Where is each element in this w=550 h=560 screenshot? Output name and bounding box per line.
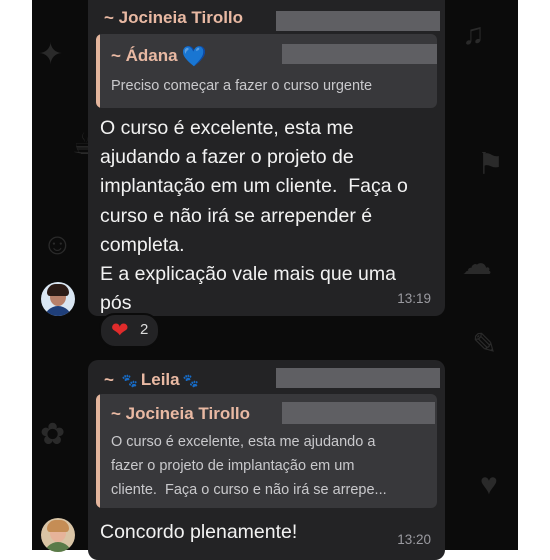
quoted-message[interactable]: ~ Ádana 💙 Preciso começar a fazer o curso… — [96, 34, 437, 108]
message-text: O curso é excelente, esta me ajudando a … — [100, 117, 408, 315]
red-heart-icon: ❤ — [111, 319, 129, 342]
doodle-icon: ✦ — [38, 38, 64, 71]
message-text: Concordo plenamente! — [100, 521, 298, 543]
message-bubble[interactable]: ~ 🐾 Leila 🐾 ~ Jocineia Tirollo O curso é e… — [88, 360, 445, 560]
sender-name[interactable]: ~ Jocineia Tirollo — [104, 8, 243, 28]
quote-author: ~ Ádana 💙 — [111, 46, 207, 68]
redacted-phone — [276, 11, 440, 31]
doodle-icon: ♥ — [480, 468, 498, 501]
blue-heart-icon: 💙 — [181, 46, 207, 68]
doodle-icon: ☺ — [42, 228, 73, 261]
avatar[interactable] — [41, 518, 75, 552]
paw-icon: 🐾 — [182, 373, 199, 388]
quote-bar — [96, 394, 100, 508]
quote-author: ~ Jocineia Tirollo — [111, 404, 251, 423]
paw-icon: 🐾 — [121, 373, 138, 388]
quote-text: Preciso começar a fazer o curso urgente — [111, 78, 373, 94]
message-timestamp: 13:19 — [397, 291, 431, 306]
avatar[interactable] — [41, 282, 75, 316]
sender-name[interactable]: ~ 🐾 Leila 🐾 — [104, 370, 202, 390]
redacted-phone — [282, 402, 435, 424]
redacted-phone — [276, 368, 440, 388]
quote-text: O curso é excelente, esta me ajudando a … — [111, 434, 387, 498]
doodle-icon: ⚑ — [477, 148, 504, 181]
quote-bar — [96, 34, 100, 108]
doodle-icon: ✎ — [472, 328, 498, 361]
reaction-badge[interactable]: ❤ 2 — [99, 313, 160, 348]
message-timestamp: 13:20 — [397, 532, 431, 547]
reaction-count: 2 — [140, 321, 149, 338]
redacted-phone — [282, 44, 437, 64]
message-bubble[interactable]: ~ Jocineia Tirollo ~ Ádana 💙 Preciso come… — [88, 0, 445, 316]
doodle-icon: ♫ — [462, 18, 485, 51]
quoted-message[interactable]: ~ Jocineia Tirollo O curso é excelente, … — [96, 394, 437, 508]
doodle-icon: ✿ — [40, 418, 66, 451]
doodle-icon: ☁ — [462, 248, 492, 281]
